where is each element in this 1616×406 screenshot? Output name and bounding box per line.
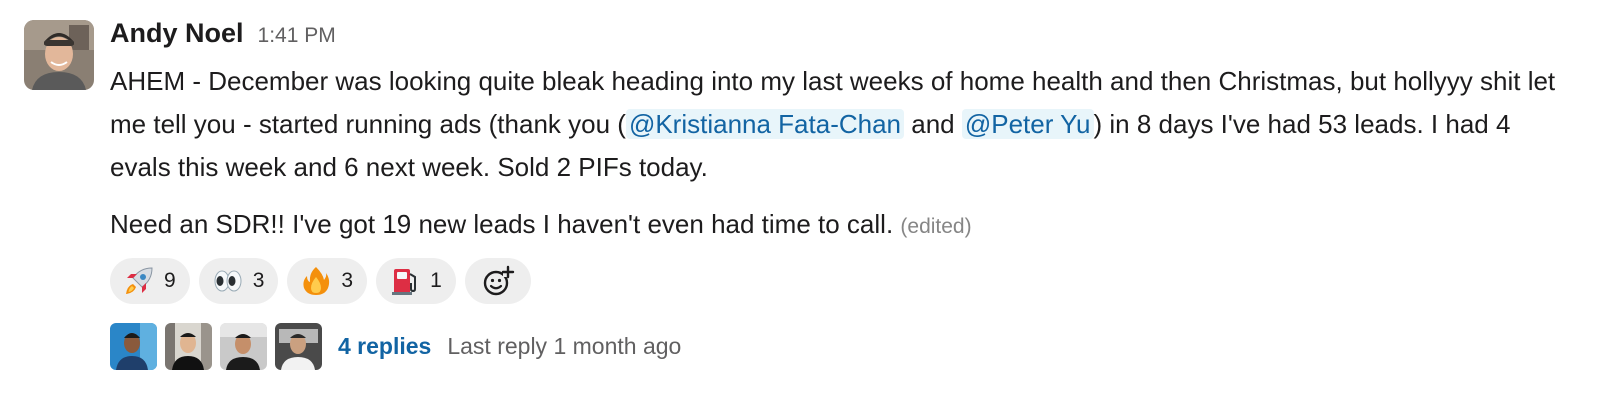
reaction-eyes[interactable]: 3 <box>198 258 279 304</box>
reaction-count: 9 <box>164 269 176 292</box>
sender-name[interactable]: Andy Noel <box>110 18 244 49</box>
reaction-rocket[interactable]: 9 <box>110 258 190 304</box>
thread-participant-avatar <box>110 322 157 370</box>
reaction-fuel-pump[interactable]: 1 <box>376 258 456 304</box>
reactions-bar: 9 3 3 1 <box>110 258 1580 304</box>
message-paragraph-2: Need an SDR!! I've got 19 new leads I ha… <box>110 203 1565 248</box>
add-reaction-icon <box>481 264 515 298</box>
user-mention[interactable]: @Kristianna Fata-Chan <box>625 109 905 139</box>
thread-last-reply: Last reply 1 month ago <box>447 332 682 359</box>
thread-participant-avatar <box>275 322 322 370</box>
reaction-fire[interactable]: 3 <box>287 258 368 304</box>
reaction-count: 1 <box>430 269 442 292</box>
thread-replies-link[interactable]: 4 replies <box>338 333 431 360</box>
thread-participant-avatar <box>165 322 212 370</box>
fire-emoji <box>299 264 333 298</box>
add-reaction-button[interactable] <box>464 258 531 304</box>
message-text: and <box>904 109 962 139</box>
reaction-count: 3 <box>341 269 354 292</box>
user-mention[interactable]: @Peter Yu <box>961 109 1094 139</box>
fuel-pump-emoji <box>388 264 422 298</box>
message-body: AHEM - December was looking quite bleak … <box>110 60 1565 248</box>
edited-label: (edited) <box>900 215 972 238</box>
sender-avatar[interactable] <box>24 20 94 90</box>
reaction-count: 3 <box>252 269 265 292</box>
message-paragraph-1: AHEM - December was looking quite bleak … <box>110 60 1565 189</box>
thread-participant-avatars <box>110 322 322 370</box>
thread-summary[interactable]: 4 replies Last reply 1 month ago <box>110 322 1580 370</box>
message-text: Need an SDR!! I've got 19 new leads I ha… <box>110 209 894 239</box>
message-header: Andy Noel 1:41 PM <box>110 18 1580 58</box>
message-content: Andy Noel 1:41 PM AHEM - December was lo… <box>110 18 1580 370</box>
message-timestamp[interactable]: 1:41 PM <box>258 24 336 48</box>
eyes-emoji <box>211 264 245 298</box>
rocket-emoji <box>122 264 156 298</box>
thread-participant-avatar <box>220 322 267 370</box>
